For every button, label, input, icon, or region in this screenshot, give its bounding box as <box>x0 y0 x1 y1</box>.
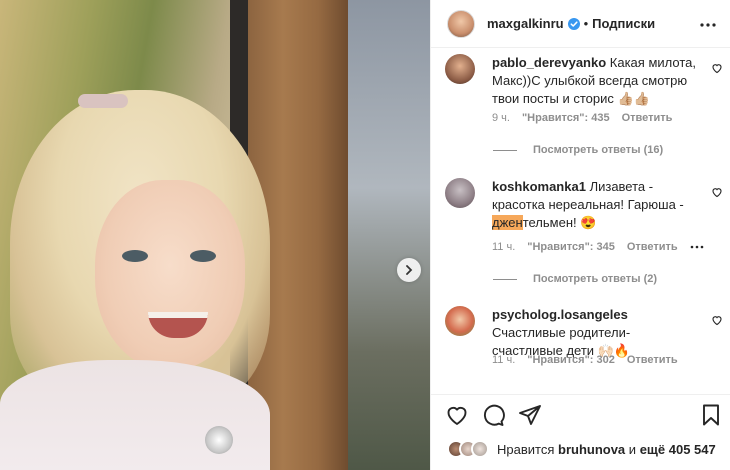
next-photo-button[interactable] <box>397 258 421 282</box>
coat <box>0 360 270 470</box>
liker-avatar[interactable] <box>471 440 489 458</box>
comment-meta: 11 ч. "Нравится": 302 Ответить <box>492 354 678 366</box>
replies-line <box>493 278 517 280</box>
likes-count[interactable]: ещё 405 547 <box>640 442 716 457</box>
likes-text: Нравится bruhunova и ещё 405 547 <box>497 442 716 457</box>
view-replies-button[interactable]: Посмотреть ответы (16) <box>493 144 663 156</box>
girl-face <box>95 180 245 370</box>
comment-likes[interactable]: "Нравится": 435 <box>522 112 610 124</box>
share-icon[interactable] <box>518 403 542 427</box>
chevron-right-icon <box>406 265 413 275</box>
commenter-username[interactable]: pablo_derevyanko <box>492 55 606 70</box>
comment-options-icon[interactable] <box>690 241 704 253</box>
comment-meta: 11 ч. "Нравится": 345 Ответить <box>492 241 704 253</box>
hair-clip <box>78 94 128 108</box>
comment-text: koshkomanka1 Лизавета - красотка нереаль… <box>492 178 702 232</box>
likes-prefix: Нравится <box>497 441 555 457</box>
comment-time: 9 ч. <box>492 112 510 124</box>
view-replies-button[interactable]: Посмотреть ответы (2) <box>493 273 657 285</box>
bookmark-icon[interactable] <box>699 403 723 427</box>
post-actions-bar <box>431 394 730 434</box>
commenter-username[interactable]: psycholog.losangeles <box>492 307 628 322</box>
left-eye <box>122 250 148 262</box>
separator-dot: • <box>583 16 589 31</box>
comment-text: psycholog.losangeles Счастливые родители… <box>492 306 702 360</box>
highlighted-text: джен <box>492 215 523 230</box>
comments-list: pablo_derevyanko Какая милота, Макс))С у… <box>431 48 730 390</box>
likes-summary: Нравится bruhunova и ещё 405 547 <box>447 440 716 458</box>
commenter-avatar[interactable] <box>445 306 475 336</box>
likes-conjunction: и <box>628 441 637 457</box>
following-button[interactable]: Подписки <box>592 16 655 31</box>
comment-time: 11 ч. <box>492 241 516 253</box>
comment-likes[interactable]: "Нравится": 345 <box>527 241 615 253</box>
comment-likes[interactable]: "Нравится": 302 <box>527 354 615 366</box>
brooch <box>205 426 233 454</box>
comment-icon[interactable] <box>481 403 505 427</box>
view-replies-label: Посмотреть ответы (16) <box>533 144 664 156</box>
reply-button[interactable]: Ответить <box>622 112 673 124</box>
window-background <box>348 0 430 470</box>
comment-meta: 9 ч. "Нравится": 435 Ответить <box>492 112 672 124</box>
reply-button[interactable]: Ответить <box>627 241 678 253</box>
view-replies-label: Посмотреть ответы (2) <box>533 273 658 285</box>
heart-icon[interactable] <box>711 186 723 198</box>
comment-text: pablo_derevyanko Какая милота, Макс))С у… <box>492 54 702 108</box>
right-eye <box>190 250 216 262</box>
post-header: maxgalkinru • Подписки <box>431 0 730 48</box>
author-avatar[interactable] <box>447 9 475 38</box>
author-username[interactable]: maxgalkinru <box>487 16 564 31</box>
post-side-panel: maxgalkinru • Подписки pablo_derevyanko … <box>430 0 730 470</box>
replies-line <box>493 149 517 151</box>
commenter-username[interactable]: koshkomanka1 <box>492 179 586 194</box>
more-options-icon[interactable] <box>699 16 717 34</box>
heart-icon[interactable] <box>711 314 723 326</box>
post-photo[interactable] <box>0 0 430 470</box>
comment-content-end: тельмен! 😍 <box>522 215 597 230</box>
commenter-avatar[interactable] <box>445 178 475 208</box>
reply-button[interactable]: Ответить <box>627 354 678 366</box>
liker-username[interactable]: bruhunova <box>558 442 625 457</box>
heart-icon[interactable] <box>445 403 469 427</box>
comment-time: 11 ч. <box>492 354 516 366</box>
heart-icon[interactable] <box>711 62 723 74</box>
verified-badge-icon <box>567 17 580 30</box>
commenter-avatar[interactable] <box>445 54 475 84</box>
